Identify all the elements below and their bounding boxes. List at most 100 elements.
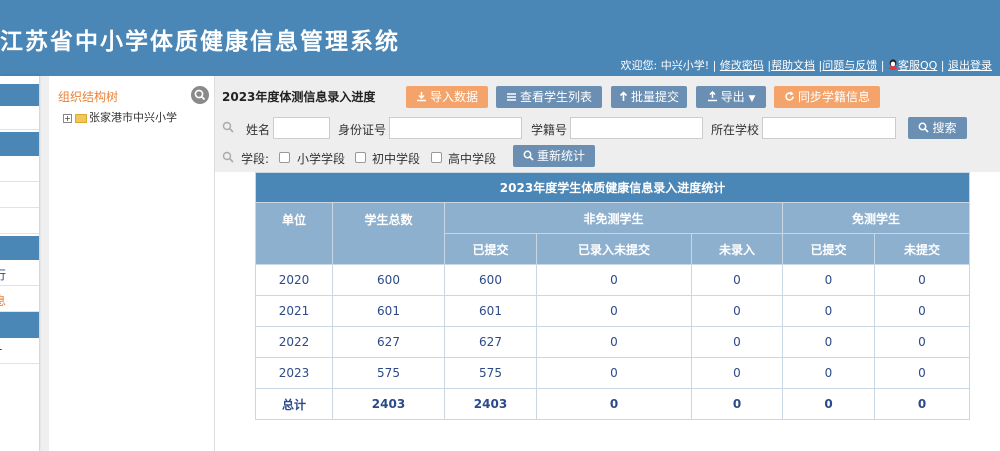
junior-stage-label: 初中学段 [372, 152, 421, 166]
nav-item-label: - [0, 342, 2, 356]
table-row: 2021 601 601 0 0 0 0 [255, 295, 970, 327]
cell-unit: 2023 [255, 357, 333, 389]
cell-entered-not-submitted: 0 [536, 326, 692, 358]
nav-item[interactable] [0, 208, 39, 234]
folder-icon [75, 113, 87, 123]
help-docs-link[interactable]: 帮助文档 [771, 59, 815, 72]
welcome-text: 欢迎您: 中兴小学! | [620, 59, 717, 72]
sync-records-button[interactable]: 同步学籍信息 [774, 86, 880, 108]
app-title: 江苏省中小学体质健康信息管理系统 [0, 29, 400, 55]
expand-icon[interactable]: + [63, 113, 72, 123]
cell-unit: 2022 [255, 326, 333, 358]
org-tree-title: 组织结构树 [58, 90, 119, 104]
customer-qq-link[interactable]: 客服QQ [898, 59, 937, 72]
change-password-link[interactable]: 修改密码 [720, 59, 764, 72]
header-entered-not-submitted: 已录入未提交 [536, 233, 692, 265]
list-icon [506, 92, 516, 101]
main-content: 2023年度体测信息录入进度 导入数据 查看学生列表 批量提交 导出 ▼ 同步学… [215, 76, 1000, 451]
school-input[interactable] [762, 117, 896, 139]
search-icon [222, 121, 234, 133]
cell-exempt-not-submitted: 0 [874, 357, 970, 389]
upload-icon [619, 91, 628, 101]
cell-unit: 2021 [255, 295, 333, 327]
page-title: 2023年度体测信息录入进度 [222, 90, 376, 104]
search-icon [523, 150, 534, 161]
export-dropdown-button[interactable]: 导出 ▼ [696, 86, 766, 108]
left-nav: 行 息 - [0, 76, 40, 451]
header-exempt-not-submitted: 未提交 [874, 233, 970, 265]
header-total-students: 学生总数 [332, 202, 445, 265]
junior-stage-checkbox[interactable] [355, 152, 366, 163]
tree-node-label[interactable]: 张家港市中兴小学 [89, 111, 177, 124]
cell-total: 627 [332, 326, 445, 358]
cell-not-entered: 0 [691, 326, 783, 358]
nav-section-header[interactable] [0, 312, 39, 338]
cell-total: 575 [332, 357, 445, 389]
table-header-row: 单位 学生总数 非免测学生 免测学生 [255, 202, 970, 265]
recount-button[interactable]: 重新统计 [513, 145, 595, 167]
cell-unit: 2020 [255, 264, 333, 296]
cell-entered-not-submitted: 0 [536, 264, 692, 296]
nav-item[interactable] [0, 156, 39, 182]
cell-submitted: 600 [444, 264, 537, 296]
primary-stage-label: 小学学段 [297, 152, 346, 166]
cell-not-entered: 0 [691, 295, 783, 327]
student-no-input[interactable] [570, 117, 703, 139]
user-bar: 欢迎您: 中兴小学! | 修改密码 |帮助文档 |问题与反馈 | 客服QQ | … [620, 59, 992, 72]
cell-entered-not-submitted: 0 [536, 388, 692, 420]
app-header: 江苏省中小学体质健康信息管理系统 欢迎您: 中兴小学! | 修改密码 |帮助文档… [0, 0, 1000, 76]
tree-node-school[interactable]: + 张家港市中兴小学 [63, 109, 177, 125]
logout-link[interactable]: 退出登录 [948, 59, 992, 72]
cell-total-label: 总计 [255, 388, 333, 420]
search-icon [222, 151, 234, 163]
org-tree-panel: 组织结构树 + 张家港市中兴小学 [49, 76, 215, 451]
cell-submitted: 575 [444, 357, 537, 389]
batch-submit-button[interactable]: 批量提交 [611, 86, 687, 108]
stage-label: 学段: [241, 152, 270, 166]
cell-submitted: 2403 [444, 388, 537, 420]
qq-icon [888, 59, 898, 70]
toolbar: 2023年度体测信息录入进度 导入数据 查看学生列表 批量提交 导出 ▼ 同步学… [215, 76, 1000, 172]
import-data-button[interactable]: 导入数据 [406, 86, 488, 108]
nav-item[interactable]: 行 [0, 260, 39, 286]
header-submitted: 已提交 [444, 233, 537, 265]
cell-entered-not-submitted: 0 [536, 357, 692, 389]
header-unit: 单位 [255, 202, 333, 265]
cell-exempt-submitted: 0 [782, 388, 875, 420]
sync-icon [785, 91, 794, 101]
senior-stage-label: 高中学段 [448, 152, 497, 166]
search-icon [919, 122, 930, 133]
nav-item[interactable]: - [0, 338, 39, 364]
nav-item[interactable] [0, 182, 39, 208]
id-number-input[interactable] [389, 117, 522, 139]
senior-stage-checkbox[interactable] [431, 152, 442, 163]
table-row: 2020 600 600 0 0 0 0 [255, 264, 970, 296]
nav-section-header[interactable] [0, 84, 39, 106]
header-non-exempt: 非免测学生 [444, 202, 783, 234]
import-icon [416, 92, 426, 102]
cell-exempt-submitted: 0 [782, 326, 875, 358]
nav-item-active[interactable]: 息 [0, 286, 39, 312]
export-icon [707, 90, 717, 102]
nav-section-header[interactable] [0, 132, 39, 156]
search-icon[interactable] [191, 86, 209, 104]
name-label: 姓名 [246, 123, 271, 137]
cell-not-entered: 0 [691, 357, 783, 389]
name-input[interactable] [273, 117, 330, 139]
nav-section-header[interactable] [0, 236, 39, 260]
view-students-button[interactable]: 查看学生列表 [496, 86, 602, 108]
feedback-link[interactable]: 问题与反馈 [822, 59, 877, 72]
chevron-down-icon: ▼ [748, 94, 756, 104]
search-button[interactable]: 搜索 [908, 117, 967, 139]
header-exempt-submitted: 已提交 [782, 233, 875, 265]
table-row: 2022 627 627 0 0 0 0 [255, 326, 970, 358]
cell-exempt-submitted: 0 [782, 357, 875, 389]
cell-total: 600 [332, 264, 445, 296]
nav-item[interactable] [0, 106, 39, 130]
header-not-entered: 未录入 [691, 233, 783, 265]
primary-stage-checkbox[interactable] [279, 152, 290, 163]
cell-exempt-not-submitted: 0 [874, 326, 970, 358]
cell-submitted: 627 [444, 326, 537, 358]
cell-exempt-not-submitted: 0 [874, 264, 970, 296]
school-label: 所在学校 [711, 123, 760, 137]
